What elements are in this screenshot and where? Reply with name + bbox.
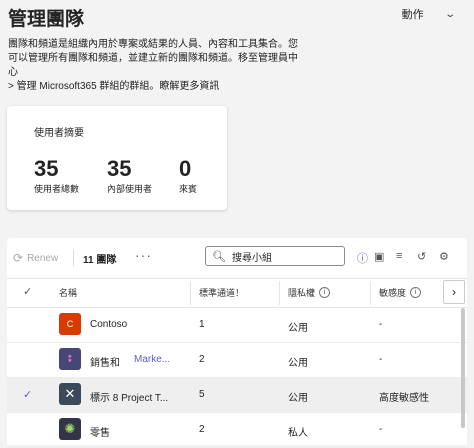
renew-label: Renew (27, 252, 59, 264)
team-name[interactable]: 零售 (90, 424, 110, 439)
excel-export-icon[interactable]: ▣ (374, 250, 384, 263)
renew-button[interactable]: ⟳ Renew (13, 251, 58, 265)
stat-guests: 0 來賓 (179, 156, 197, 195)
admin-center-link[interactable]: > 管理 Microsoft365 群組的群組。瞭解更多資訊 (8, 81, 219, 92)
column-header-privacy[interactable]: 隱私權 i (288, 286, 331, 299)
privacy-value: 公用 (288, 358, 308, 369)
search-box[interactable]: 🔍︎ 搜尋小組 (205, 246, 345, 266)
privacy-value: 私人 (288, 428, 308, 439)
chevron-down-icon: ⌄ (443, 8, 456, 20)
sensitivity-value: - (379, 424, 383, 435)
stat-label: 內部使用者 (107, 184, 153, 194)
team-name[interactable]: 標示 8 Project T... (90, 389, 168, 404)
card-title: 使用者摘要 (34, 128, 84, 139)
stat-value: 0 (179, 156, 192, 181)
team-avatar: ✕ (59, 383, 81, 405)
toolbar-divider (73, 250, 74, 266)
stat-label: 使用者總數 (34, 184, 80, 194)
stat-internal-users: 35 內部使用者 (107, 156, 152, 195)
column-header-name[interactable]: 名稱 (59, 286, 77, 299)
chevron-right-icon: › (452, 285, 456, 299)
privacy-value: 公用 (288, 393, 308, 404)
stat-value: 35 (34, 156, 59, 181)
team-name-suffix[interactable]: Marke... (134, 354, 170, 365)
search-icon: 🔍︎ (212, 250, 226, 263)
sensitivity-value: - (379, 354, 383, 365)
column-label: 名稱 (59, 288, 78, 298)
channel-count: 5 (199, 389, 205, 400)
actions-label: 動作 (401, 9, 424, 21)
column-label: 隱私權 (288, 288, 316, 298)
scroll-columns-right-button[interactable]: › (443, 280, 465, 304)
sensitivity-value: 高度敏感性 (379, 393, 429, 404)
column-divider (279, 281, 280, 305)
info-icon[interactable]: ⓘ (357, 250, 368, 266)
teams-panel: ⟳ Renew 11 團隊 ··· 🔍︎ 搜尋小組 ⓘ ▣ ≡ ↺ ⚙ ✓ 名稱… (7, 238, 467, 448)
table-row[interactable]: ⁑ 銷售和 Marke... 2 公用 - (7, 343, 467, 378)
team-avatar: C (59, 313, 81, 335)
row-checkmark-icon[interactable]: ✓ (23, 388, 32, 401)
globe-icon: ✺ (64, 421, 76, 436)
channel-count: 2 (199, 354, 205, 365)
select-all-checkmark-icon[interactable]: ✓ (23, 285, 32, 298)
column-label: 標準通道！ (199, 288, 245, 298)
description-line: 團隊和頻道是組織內用於專案或結果的人員、內容和工具集合。您 (8, 39, 298, 50)
column-divider (190, 281, 191, 305)
tools-icon: ✕ (64, 386, 76, 401)
user-summary-card: 使用者摘要 35 使用者總數 35 內部使用者 0 來賓 (7, 106, 227, 210)
team-logo-icon: ⁑ (67, 354, 73, 364)
team-avatar: ✺ (59, 418, 81, 440)
channel-count: 1 (199, 319, 205, 330)
sensitivity-value: - (379, 319, 383, 330)
column-header-sensitivity[interactable]: 敏感度 i (379, 286, 422, 299)
stat-label: 來賓 (179, 184, 198, 194)
stat-total-users: 35 使用者總數 (34, 156, 79, 195)
stat-value: 35 (107, 156, 132, 181)
teams-toolbar: ⟳ Renew 11 團隊 ··· 🔍︎ 搜尋小組 ⓘ ▣ ≡ ↺ ⚙ (7, 238, 467, 276)
team-name[interactable]: 銷售和 (90, 354, 120, 369)
reset-icon[interactable]: ↺ (417, 250, 426, 263)
table-row[interactable]: ✺ 零售 2 私人 - (7, 413, 467, 448)
info-icon[interactable]: i (410, 287, 422, 298)
gear-icon[interactable]: ⚙ (439, 250, 449, 263)
column-header-channels[interactable]: 標準通道！ (199, 286, 244, 299)
column-divider (370, 281, 371, 305)
table-row[interactable]: C Contoso 1 公用 - (7, 308, 467, 343)
team-count: 11 團隊 (83, 255, 117, 266)
page-title: 管理團隊 (8, 9, 85, 30)
actions-menu[interactable]: 動作 ⌄ (401, 6, 456, 22)
page-description: 團隊和頻道是組織內用於專案或結果的人員、內容和工具集合。您 可以管理所有團隊和頻… (8, 38, 298, 94)
info-icon[interactable]: i (319, 287, 331, 298)
team-name[interactable]: Contoso (90, 319, 127, 330)
channel-count: 2 (199, 424, 205, 435)
team-avatar: ⁑ (59, 348, 81, 370)
search-input[interactable]: 搜尋小組 (232, 249, 272, 264)
description-line: 可以管理所有團隊和頻道，並建立新的團隊和頻道。移至管理員中心 (8, 53, 298, 78)
refresh-icon: ⟳ (13, 251, 24, 265)
table-header: ✓ 名稱 標準通道！ 隱私權 i 敏感度 i › (7, 278, 467, 308)
privacy-value: 公用 (288, 323, 308, 334)
table-row[interactable]: ✓ ✕ 標示 8 Project T... 5 公用 高度敏感性 (7, 378, 467, 413)
filter-icon[interactable]: ≡ (396, 250, 402, 262)
vertical-scrollbar[interactable] (461, 308, 465, 428)
more-options-button[interactable]: ··· (135, 247, 152, 263)
column-label: 敏感度 (379, 288, 407, 298)
